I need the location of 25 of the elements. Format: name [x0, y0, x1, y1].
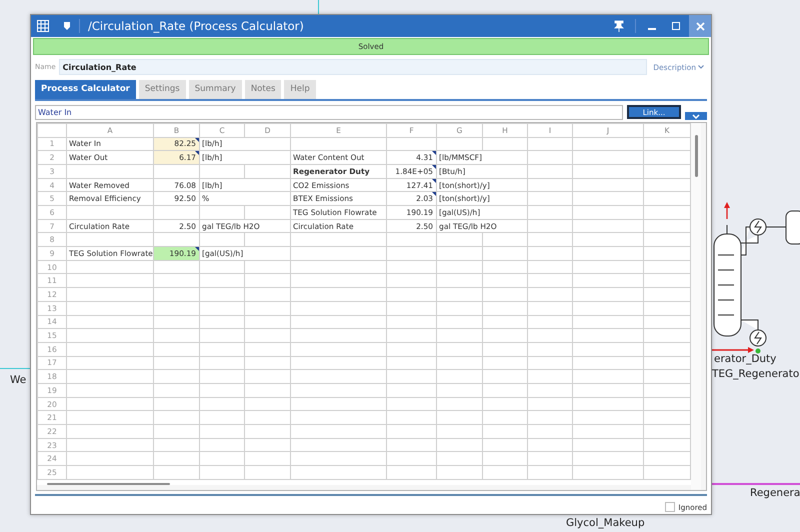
- name-field[interactable]: Circulation_Rate: [58, 59, 648, 76]
- dropdown-icon[interactable]: [63, 22, 71, 30]
- tab[interactable]: Settings: [138, 80, 186, 99]
- tab[interactable]: Notes: [244, 80, 282, 99]
- scrollbar-thumb[interactable]: [47, 483, 170, 486]
- chevron-icon: [698, 65, 704, 70]
- flowsheet-label: Glycol_Makeup: [566, 517, 645, 529]
- flowsheet-label: erator_Duty: [714, 353, 776, 365]
- formula-field[interactable]: Water In: [35, 104, 623, 120]
- flowsheet-label: Regenera: [750, 487, 800, 499]
- expand-button[interactable]: [685, 112, 707, 120]
- checkbox[interactable]: [665, 502, 676, 512]
- tab[interactable]: Summary: [188, 80, 242, 99]
- maximize-icon: [672, 22, 680, 30]
- close-icon: [696, 22, 704, 30]
- window-title: /Circulation_Rate (Process Calculator): [88, 19, 304, 33]
- flowsheet-label: TEG_Regenerato: [712, 368, 800, 380]
- flowsheet-label: We: [10, 374, 26, 386]
- scrollbar-thumb[interactable]: [695, 134, 698, 177]
- tab[interactable]: Help: [284, 80, 316, 99]
- chevron-icon: [692, 114, 700, 119]
- grid-icon: [37, 20, 49, 32]
- tab[interactable]: Process Calculator: [35, 80, 136, 99]
- close-button[interactable]: [689, 15, 711, 37]
- pin-icon: [614, 20, 624, 32]
